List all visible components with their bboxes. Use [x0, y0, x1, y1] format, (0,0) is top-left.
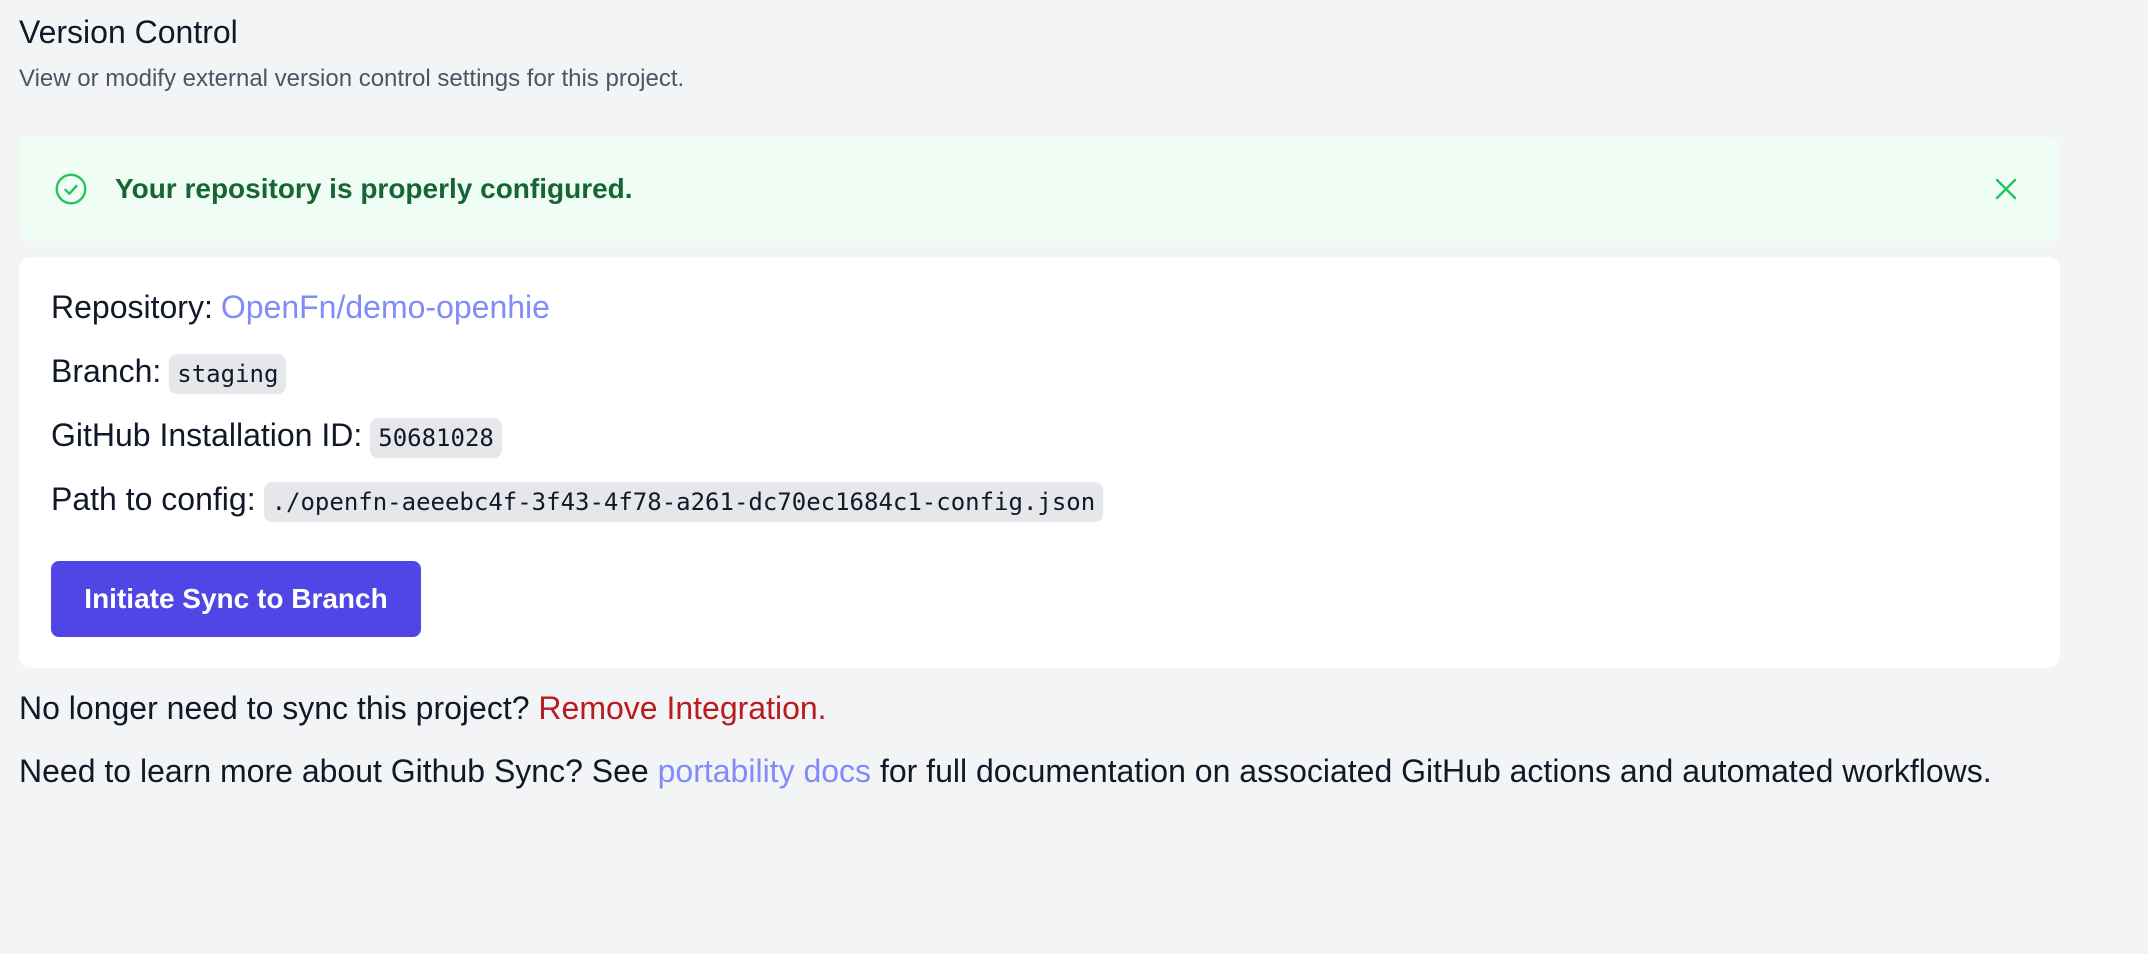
docs-prefix: Need to learn more about Github Sync? Se…	[19, 753, 649, 789]
remove-integration-link[interactable]: Remove Integration.	[538, 690, 826, 726]
branch-label: Branch:	[51, 352, 162, 389]
repository-label: Repository:	[51, 288, 213, 325]
repository-row: Repository: OpenFn/demo-openhie	[51, 283, 550, 331]
alert-message: Your repository is properly configured.	[115, 173, 633, 204]
repository-details-card: Repository: OpenFn/demo-openhie Branch: …	[19, 257, 2060, 668]
repository-link[interactable]: OpenFn/demo-openhie	[221, 289, 550, 326]
portability-docs-link[interactable]: portability docs	[658, 753, 871, 789]
config-path-value: ./openfn-aeeebc4f-3f43-4f78-a261-dc70ec1…	[263, 482, 1104, 522]
config-path-row: Path to config: ./openfn-aeeebc4f-3f43-4…	[51, 475, 1104, 523]
page-title: Version Control	[19, 14, 238, 50]
installation-id-value: 50681028	[370, 418, 502, 458]
branch-row: Branch: staging	[51, 347, 287, 395]
remove-integration-line: No longer need to sync this project? Rem…	[19, 684, 827, 732]
check-circle-icon	[55, 173, 87, 205]
docs-line: Need to learn more about Github Sync? Se…	[19, 747, 2019, 795]
config-path-label: Path to config:	[51, 480, 256, 517]
installation-id-label: GitHub Installation ID:	[51, 416, 363, 453]
docs-suffix: for full documentation on associated Git…	[879, 753, 1992, 789]
success-alert: Your repository is properly configured.	[19, 137, 2060, 241]
page-subtitle: View or modify external version control …	[19, 65, 685, 92]
branch-value: staging	[169, 354, 287, 394]
initiate-sync-button[interactable]: Initiate Sync to Branch	[51, 561, 421, 637]
close-icon[interactable]	[1988, 171, 2024, 207]
remove-prompt: No longer need to sync this project?	[19, 690, 530, 726]
installation-id-row: GitHub Installation ID: 50681028	[51, 411, 502, 459]
